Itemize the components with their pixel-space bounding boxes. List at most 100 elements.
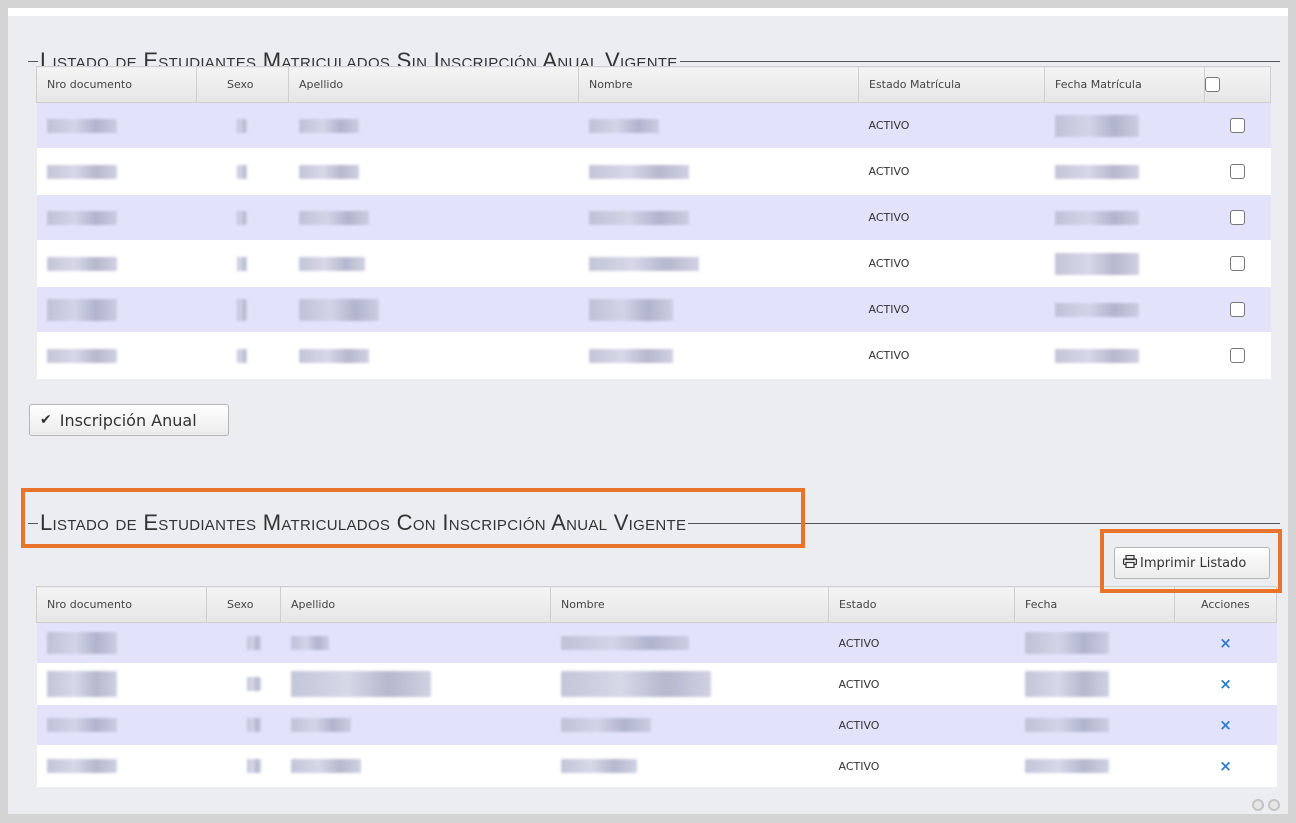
select-all-cell <box>1204 66 1271 103</box>
col-header-nombre[interactable]: Nombre <box>550 586 829 623</box>
estado-cell: ACTIVO <box>828 663 1015 705</box>
scroll-dot[interactable] <box>1252 799 1264 811</box>
row-checkbox[interactable] <box>1230 118 1245 133</box>
col-header-nro-documento[interactable]: Nro documento <box>36 586 207 623</box>
redacted-value <box>1054 252 1139 275</box>
col-header-nombre[interactable]: Nombre <box>578 66 859 103</box>
redacted-value <box>298 256 365 271</box>
close-icon[interactable]: × <box>1219 757 1232 775</box>
close-icon[interactable]: × <box>1219 634 1232 652</box>
estado-cell: ACTIVO <box>828 622 1015 664</box>
redacted-value <box>560 671 711 697</box>
row-checkbox[interactable] <box>1230 256 1245 271</box>
col-header-estado[interactable]: Estado <box>828 586 1015 623</box>
col-header-apellido[interactable]: Apellido <box>280 586 551 623</box>
row-checkbox[interactable] <box>1230 348 1245 364</box>
redacted-value <box>290 636 329 650</box>
table-row: ACTIVO <box>36 102 1271 149</box>
redacted-value <box>1024 632 1109 654</box>
table-row: ACTIVO × <box>36 663 1277 705</box>
close-icon[interactable]: × <box>1219 675 1232 693</box>
redacted-value <box>246 636 261 650</box>
estado-cell: ACTIVO <box>858 102 1045 149</box>
redacted-value <box>1054 210 1139 225</box>
redacted-value <box>46 298 117 321</box>
estado-cell: ACTIVO <box>858 240 1045 287</box>
redacted-value <box>236 256 247 271</box>
redacted-value <box>46 210 117 225</box>
inscripcion-anual-button[interactable]: ✔ Inscripción Anual <box>29 404 229 436</box>
check-icon: ✔ <box>40 412 52 428</box>
redacted-value <box>246 759 261 774</box>
estado-cell: ACTIVO <box>858 148 1045 195</box>
redacted-value <box>298 298 379 321</box>
redacted-value <box>46 164 117 179</box>
redacted-value <box>588 348 673 363</box>
redacted-value <box>298 210 369 225</box>
select-all-checkbox[interactable] <box>1205 77 1220 92</box>
col-header-estado-matricula[interactable]: Estado Matrícula <box>858 66 1045 103</box>
col-header-fecha-matricula[interactable]: Fecha Matrícula <box>1044 66 1205 103</box>
redacted-value <box>588 298 673 321</box>
scroll-indicators[interactable] <box>1252 799 1280 811</box>
redacted-value <box>1054 302 1139 317</box>
redacted-value <box>1054 114 1139 137</box>
redacted-value <box>236 118 247 133</box>
redacted-value <box>236 348 247 363</box>
students-with-enrollment-table: Nro documento Sexo Apellido Nombre Estad… <box>36 586 1277 787</box>
redacted-value <box>560 759 637 774</box>
col-header-sexo[interactable]: Sexo <box>196 66 289 103</box>
redacted-value <box>290 718 351 732</box>
table-row: ACTIVO <box>36 148 1271 195</box>
print-button-highlight <box>1100 529 1282 593</box>
table-row: ACTIVO × <box>36 704 1277 746</box>
row-checkbox[interactable] <box>1230 210 1245 225</box>
estado-cell: ACTIVO <box>828 704 1015 746</box>
col-header-apellido[interactable]: Apellido <box>288 66 579 103</box>
redacted-value <box>46 632 117 654</box>
redacted-value <box>298 118 359 133</box>
redacted-value <box>588 118 659 133</box>
redacted-value <box>298 164 359 179</box>
table-row: ACTIVO <box>36 286 1271 333</box>
table-row: ACTIVO <box>36 194 1271 241</box>
redacted-value <box>46 118 117 133</box>
redacted-value <box>46 718 117 732</box>
redacted-value <box>1024 759 1109 774</box>
redacted-value <box>298 348 369 363</box>
redacted-value <box>588 210 689 225</box>
redacted-value <box>236 164 247 179</box>
redacted-value <box>1024 671 1109 697</box>
redacted-value <box>46 671 117 697</box>
redacted-value <box>560 636 689 650</box>
redacted-value <box>290 671 431 697</box>
redacted-value <box>46 348 117 363</box>
estado-cell: ACTIVO <box>858 286 1045 333</box>
redacted-value <box>46 256 117 271</box>
table-row: ACTIVO × <box>36 745 1277 787</box>
inscripcion-anual-label: Inscripción Anual <box>59 410 197 430</box>
col-header-nro-documento[interactable]: Nro documento <box>36 66 197 103</box>
estado-cell: ACTIVO <box>858 332 1045 379</box>
close-icon[interactable]: × <box>1219 716 1232 734</box>
section-title-highlight <box>21 488 805 548</box>
redacted-value <box>1024 718 1109 732</box>
table-row: ACTIVO <box>36 240 1271 287</box>
redacted-value <box>560 718 651 732</box>
redacted-value <box>1054 164 1139 179</box>
redacted-value <box>588 256 699 271</box>
estado-cell: ACTIVO <box>828 745 1015 787</box>
row-checkbox[interactable] <box>1230 164 1245 179</box>
redacted-value <box>236 210 247 225</box>
table-row: ACTIVO <box>36 332 1271 379</box>
redacted-value <box>588 164 689 179</box>
scroll-dot[interactable] <box>1268 799 1280 811</box>
redacted-value <box>290 759 361 774</box>
students-without-enrollment-table: Nro documento Sexo Apellido Nombre Estad… <box>36 66 1271 379</box>
redacted-value <box>246 718 261 732</box>
table-row: ACTIVO × <box>36 622 1277 664</box>
col-header-sexo[interactable]: Sexo <box>206 586 281 623</box>
estado-cell: ACTIVO <box>858 194 1045 241</box>
redacted-value <box>1054 348 1139 363</box>
row-checkbox[interactable] <box>1230 302 1245 317</box>
